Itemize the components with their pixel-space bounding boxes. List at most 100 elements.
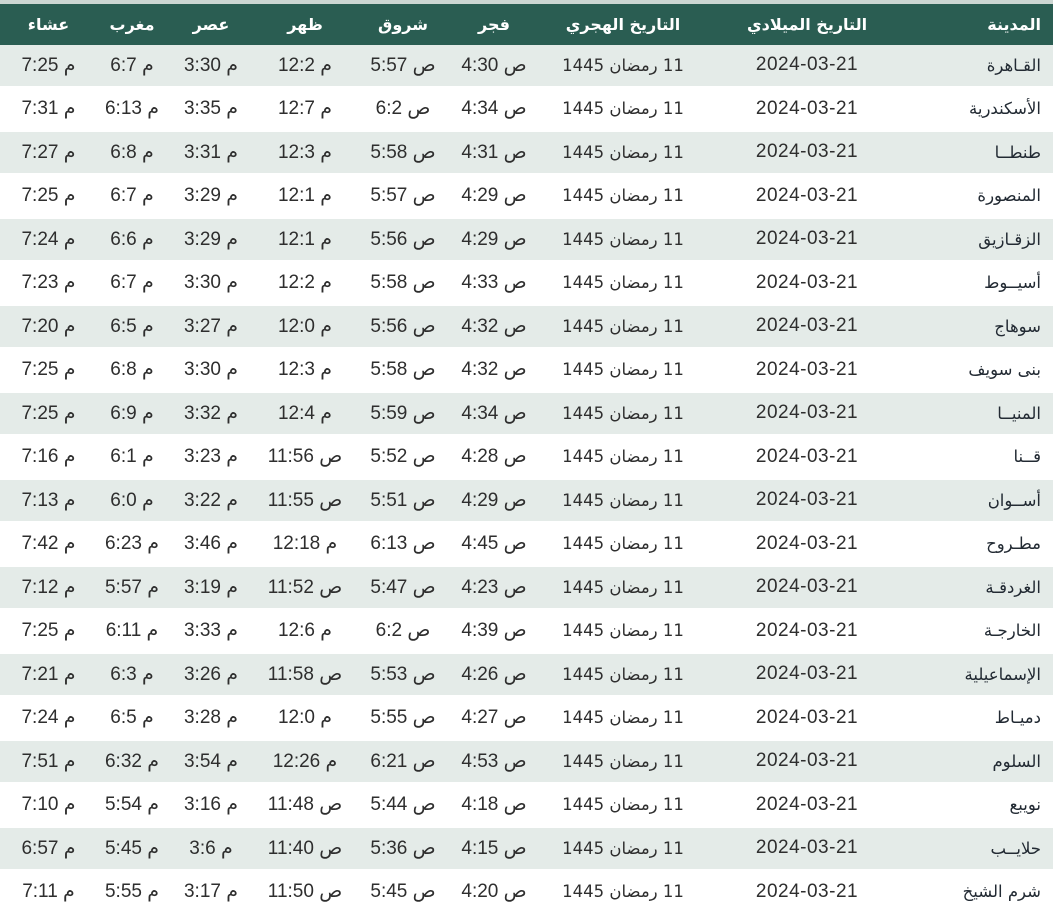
cell-maghrib: 5:54 م xyxy=(97,783,167,828)
cell-asr: 3:26 م xyxy=(167,652,255,698)
cell-hijri: 11 رمضان 1445 xyxy=(537,783,709,828)
table-row: الإسماعيلية 2024-03-21 11 رمضان 1445 4:26 ص… xyxy=(0,652,1053,698)
table-row: أسيــوط 2024-03-21 11 رمضان 1445 4:33 ص 5:58… xyxy=(0,261,1053,306)
cell-asr: 3:30 م xyxy=(167,261,255,306)
table-row: الخارجـة 2024-03-21 11 رمضان 1445 4:39 ص 6:2… xyxy=(0,609,1053,654)
cell-dhuhr: 11:56 ص xyxy=(255,435,355,480)
cell-hijri: 11 رمضان 1445 xyxy=(537,739,709,785)
cell-hijri: 11 رمضان 1445 xyxy=(537,174,709,219)
cell-isha: 7:24 م xyxy=(0,217,97,263)
cell-miladi: 2024-03-21 xyxy=(709,609,905,654)
cell-fajr: 4:53 ص xyxy=(451,739,537,785)
cell-city: سوهاج xyxy=(905,304,1053,350)
cell-maghrib: 6:7 م xyxy=(97,45,167,89)
cell-dhuhr: 12:2 م xyxy=(255,261,355,306)
cell-maghrib: 6:1 م xyxy=(97,435,167,480)
cell-isha: 7:10 م xyxy=(0,783,97,828)
cell-fajr: 4:34 ص xyxy=(451,391,537,437)
column-header-gregorian-date: التاريخ الميلادي xyxy=(709,2,905,45)
cell-isha: 7:42 م xyxy=(0,522,97,567)
cell-shorouk: 6:21 ص xyxy=(355,739,451,785)
cell-hijri: 11 رمضان 1445 xyxy=(537,435,709,480)
cell-maghrib: 6:13 م xyxy=(97,87,167,132)
cell-shorouk: 5:57 ص xyxy=(355,45,451,89)
cell-fajr: 4:20 ص xyxy=(451,870,537,915)
cell-asr: 3:35 م xyxy=(167,87,255,132)
cell-hijri: 11 رمضان 1445 xyxy=(537,522,709,567)
table-row: سوهاج 2024-03-21 11 رمضان 1445 4:32 ص 5:56 ص… xyxy=(0,304,1053,350)
cell-city: أسيــوط xyxy=(905,261,1053,306)
cell-asr: 3:17 م xyxy=(167,870,255,915)
cell-dhuhr: 11:40 ص xyxy=(255,826,355,872)
cell-city: حلايــب xyxy=(905,826,1053,872)
cell-hijri: 11 رمضان 1445 xyxy=(537,130,709,176)
cell-miladi: 2024-03-21 xyxy=(709,522,905,567)
table-row: الأسكندرية 2024-03-21 11 رمضان 1445 4:34 ص6… xyxy=(0,87,1053,132)
cell-dhuhr: 12:6 م xyxy=(255,609,355,654)
cell-shorouk: 5:56 ص xyxy=(355,304,451,350)
cell-asr: 3:32 م xyxy=(167,391,255,437)
cell-miladi: 2024-03-21 xyxy=(709,478,905,524)
cell-isha: 7:51 م xyxy=(0,739,97,785)
cell-isha: 7:25 م xyxy=(0,174,97,219)
cell-shorouk: 5:36 ص xyxy=(355,826,451,872)
cell-maghrib: 6:8 م xyxy=(97,348,167,393)
cell-miladi: 2024-03-21 xyxy=(709,783,905,828)
cell-fajr: 4:29 ص xyxy=(451,478,537,524)
cell-asr: 3:23 م xyxy=(167,435,255,480)
cell-city: السلوم xyxy=(905,739,1053,785)
cell-hijri: 11 رمضان 1445 xyxy=(537,870,709,915)
cell-hijri: 11 رمضان 1445 xyxy=(537,565,709,611)
cell-dhuhr: 12:1 م xyxy=(255,174,355,219)
cell-hijri: 11 رمضان 1445 xyxy=(537,478,709,524)
cell-asr: 3:22 م xyxy=(167,478,255,524)
column-header-sunrise: شروق xyxy=(355,2,451,45)
cell-asr: 3:30 م xyxy=(167,45,255,89)
cell-shorouk: 5:45 ص xyxy=(355,870,451,915)
cell-city: الأسكندرية xyxy=(905,87,1053,132)
cell-miladi: 2024-03-21 xyxy=(709,435,905,480)
table-row: بنى سويف 2024-03-21 11 رمضان 1445 4:32 ص 5:5… xyxy=(0,348,1053,393)
cell-asr: 3:29 م xyxy=(167,174,255,219)
cell-shorouk: 5:59 ص xyxy=(355,391,451,437)
cell-isha: 7:31 م xyxy=(0,87,97,132)
cell-fajr: 4:33 ص xyxy=(451,261,537,306)
cell-dhuhr: 12:4 م xyxy=(255,391,355,437)
cell-dhuhr: 12:18 م xyxy=(255,522,355,567)
cell-dhuhr: 11:55 ص xyxy=(255,478,355,524)
cell-city: بنى سويف xyxy=(905,348,1053,393)
column-header-dhuhr: ظهر xyxy=(255,2,355,45)
cell-miladi: 2024-03-21 xyxy=(709,391,905,437)
cell-hijri: 11 رمضان 1445 xyxy=(537,304,709,350)
cell-dhuhr: 11:50 ص xyxy=(255,870,355,915)
cell-isha: 7:25 م xyxy=(0,391,97,437)
cell-miladi: 2024-03-21 xyxy=(709,870,905,915)
cell-fajr: 4:31 ص xyxy=(451,130,537,176)
cell-shorouk: 5:58 ص xyxy=(355,130,451,176)
cell-asr: 3:29 م xyxy=(167,217,255,263)
table-row: شرم الشيخ 2024-03-21 11 رمضان 1445 4:20 ص 5:… xyxy=(0,870,1053,915)
cell-miladi: 2024-03-21 xyxy=(709,565,905,611)
cell-miladi: 2024-03-21 xyxy=(709,696,905,741)
cell-asr: 3:46 م xyxy=(167,522,255,567)
column-header-isha: عشاء xyxy=(0,2,97,45)
cell-miladi: 2024-03-21 xyxy=(709,261,905,306)
table-row: المنيــا 2024-03-21 11 رمضان 1445 4:34 ص 5:5… xyxy=(0,391,1053,437)
cell-isha: 7:16 م xyxy=(0,435,97,480)
cell-shorouk: 5:58 ص xyxy=(355,261,451,306)
cell-fajr: 4:34 ص xyxy=(451,87,537,132)
cell-fajr: 4:39 ص xyxy=(451,609,537,654)
cell-maghrib: 6:23 م xyxy=(97,522,167,567)
cell-maghrib: 5:57 م xyxy=(97,565,167,611)
column-header-maghrib: مغرب xyxy=(97,2,167,45)
cell-fajr: 4:23 ص xyxy=(451,565,537,611)
cell-hijri: 11 رمضان 1445 xyxy=(537,391,709,437)
cell-isha: 7:20 م xyxy=(0,304,97,350)
cell-city: القـاهرة xyxy=(905,45,1053,89)
cell-fajr: 4:26 ص xyxy=(451,652,537,698)
cell-dhuhr: 12:0 م xyxy=(255,696,355,741)
cell-city: الإسماعيلية xyxy=(905,652,1053,698)
cell-dhuhr: 12:26 م xyxy=(255,739,355,785)
cell-maghrib: 6:32 م xyxy=(97,739,167,785)
cell-asr: 3:31 م xyxy=(167,130,255,176)
